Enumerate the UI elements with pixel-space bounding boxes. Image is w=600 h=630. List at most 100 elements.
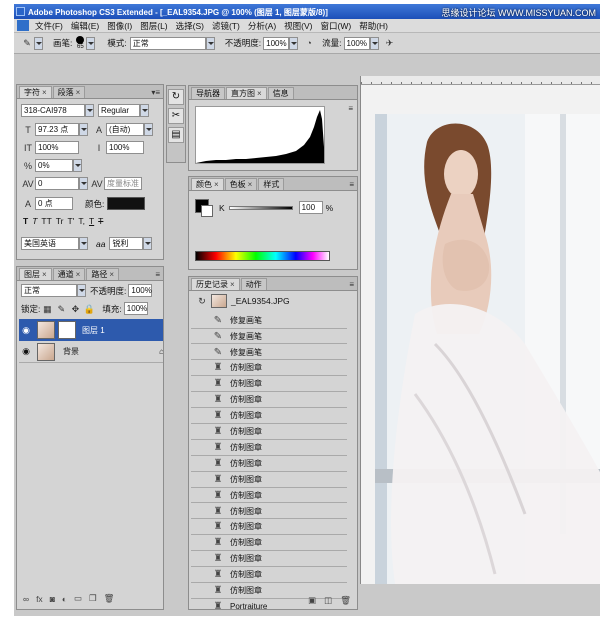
menu-window[interactable]: 窗口(W) <box>321 20 352 32</box>
leading-dropdown[interactable] <box>144 123 153 136</box>
ps-app-icon[interactable] <box>17 20 29 31</box>
new-snapshot-icon[interactable]: ◫ <box>324 595 332 606</box>
color-menu-icon[interactable]: ≡ <box>349 180 354 189</box>
layer-style-icon[interactable]: fx <box>36 594 43 604</box>
pressure-opacity-icon[interactable]: ◔ <box>302 37 316 49</box>
style-faux-bold[interactable]: T <box>23 216 28 226</box>
scissors-icon[interactable]: ✂ <box>168 108 184 124</box>
eye-icon[interactable]: ◉ <box>19 325 33 336</box>
history-row[interactable]: ♜ 仿制图章 <box>191 519 347 536</box>
font-style-dropdown[interactable] <box>140 104 149 117</box>
lock-all-icon[interactable]: 🔒 <box>82 303 96 315</box>
tab-histogram[interactable]: 直方图 × <box>226 87 267 99</box>
history-brush-icon[interactable]: ↻ <box>168 89 184 105</box>
layer-mask-thumbnail[interactable] <box>58 321 76 339</box>
tab-history[interactable]: 历史记录 × <box>191 278 240 290</box>
history-menu-icon[interactable]: ≡ <box>349 280 354 289</box>
antialias-field[interactable]: 锐利 <box>109 237 144 250</box>
eye-icon[interactable]: ◉ <box>19 346 33 357</box>
menu-analysis[interactable]: 分析(A) <box>248 20 276 32</box>
mode-dropdown[interactable] <box>205 36 215 50</box>
lock-pixels-icon[interactable]: ✎ <box>54 303 68 315</box>
history-row[interactable]: ♜ 仿制图章 <box>191 535 347 552</box>
histogram-menu-icon[interactable]: ≡ <box>348 104 353 113</box>
new-document-from-state-icon[interactable]: ▣ <box>308 595 316 606</box>
menu-file[interactable]: 文件(F) <box>35 20 63 32</box>
trash-icon[interactable]: 🗑 <box>104 593 115 604</box>
history-row[interactable]: ♜ 仿制图章 <box>191 567 347 583</box>
history-row[interactable]: ✎ 修复画笔 <box>191 328 347 345</box>
trash-icon[interactable]: 🗑 <box>340 595 351 606</box>
layer-row-background[interactable]: ◉ 背景 ⌂ <box>19 341 163 363</box>
opacity-dropdown[interactable] <box>289 36 299 50</box>
menu-layer[interactable]: 图层(L) <box>140 20 167 32</box>
style-small-caps[interactable]: Tr <box>56 216 64 226</box>
tab-paths[interactable]: 路径 × <box>86 268 120 280</box>
adjustment-layer-icon[interactable]: ◐ <box>62 594 67 604</box>
color-ramp[interactable] <box>195 251 330 261</box>
tab-character[interactable]: 字符 × <box>19 86 52 98</box>
panel-menu-icon[interactable]: ▾≡ <box>151 88 160 97</box>
blend-mode-field[interactable]: 正常 <box>21 284 77 297</box>
history-row[interactable]: ♜ 仿制图章 <box>191 472 347 488</box>
style-subscript[interactable]: T, <box>78 216 85 226</box>
lock-position-icon[interactable]: ✥ <box>68 303 82 315</box>
brush-picker[interactable]: 65 <box>76 35 85 51</box>
layer-row-layer1[interactable]: ◉ 图层 1 <box>19 319 163 341</box>
kerning-field[interactable]: 0 <box>35 177 79 190</box>
text-color-swatch[interactable] <box>107 197 146 210</box>
history-row[interactable]: ✎ 修复画笔 <box>191 313 347 329</box>
tsume-dropdown[interactable] <box>73 159 82 172</box>
horizontal-scale-field[interactable]: 100% <box>106 141 144 154</box>
document-canvas[interactable] <box>360 76 600 584</box>
flow-input[interactable]: 100% <box>343 36 370 50</box>
font-family-field[interactable]: 318-CAI978 <box>21 104 85 117</box>
menu-select[interactable]: 选择(S) <box>176 20 204 32</box>
tab-info[interactable]: 信息 <box>267 87 294 99</box>
font-size-dropdown[interactable] <box>79 123 88 136</box>
style-superscript[interactable]: T' <box>68 216 75 226</box>
font-family-dropdown[interactable] <box>85 104 94 117</box>
history-row[interactable]: ♜ 仿制图章 <box>191 408 347 424</box>
antialias-dropdown[interactable] <box>143 237 153 250</box>
language-field[interactable]: 美国英语 <box>21 237 79 250</box>
blend-mode-dropdown[interactable] <box>77 284 86 297</box>
tab-navigator[interactable]: 导航器 <box>191 87 225 99</box>
history-row[interactable]: ✎ 修复画笔 <box>191 344 347 361</box>
vertical-scale-field[interactable]: 100% <box>35 141 79 154</box>
language-dropdown[interactable] <box>79 237 88 250</box>
history-row[interactable]: ♜ 仿制图章 <box>191 376 347 393</box>
font-size-field[interactable]: 97.23 点 <box>35 123 79 136</box>
tool-preset-dropdown[interactable] <box>34 36 43 50</box>
history-row[interactable]: ♜ 仿制图章 <box>191 424 347 440</box>
style-faux-italic[interactable]: T <box>32 216 37 226</box>
menu-help[interactable]: 帮助(H) <box>359 20 388 32</box>
tracking-field[interactable]: 度量标准 <box>104 177 142 190</box>
new-layer-icon[interactable]: ❐ <box>89 593 97 604</box>
brush-icon[interactable]: ✎ <box>20 37 34 49</box>
layers-menu-icon[interactable]: ≡ <box>155 270 160 279</box>
layer-opacity-input[interactable]: 100% <box>128 284 153 297</box>
baseline-shift-field[interactable]: 0 点 <box>35 197 73 210</box>
tab-styles[interactable]: 样式 <box>258 178 285 190</box>
menu-image[interactable]: 图像(I) <box>107 20 132 32</box>
tsume-field[interactable]: 0% <box>35 159 73 172</box>
background-color-swatch[interactable] <box>201 205 213 217</box>
tab-actions[interactable]: 动作 <box>240 278 267 290</box>
tab-paragraph[interactable]: 段落 × <box>52 86 86 98</box>
lock-transparent-icon[interactable]: ▦ <box>40 303 54 315</box>
k-value-input[interactable]: 100 <box>298 201 323 214</box>
fill-input[interactable]: 100% <box>123 302 148 315</box>
airbrush-icon[interactable]: ✈ <box>383 37 397 49</box>
menu-filter[interactable]: 滤镜(T) <box>212 20 240 32</box>
tab-channels[interactable]: 通道 × <box>52 268 86 280</box>
menu-edit[interactable]: 编辑(E) <box>71 20 99 32</box>
mode-select[interactable]: 正常 <box>129 36 206 50</box>
tab-layers[interactable]: 图层 × <box>19 268 52 280</box>
menu-view[interactable]: 视图(V) <box>284 20 312 32</box>
add-mask-icon[interactable]: ◙ <box>50 594 55 604</box>
font-style-field[interactable]: Regular <box>98 104 140 117</box>
history-row[interactable]: ♜ 仿制图章 <box>191 360 347 377</box>
leading-field[interactable]: (自动) <box>106 123 144 136</box>
brush-dropdown[interactable] <box>86 36 96 50</box>
